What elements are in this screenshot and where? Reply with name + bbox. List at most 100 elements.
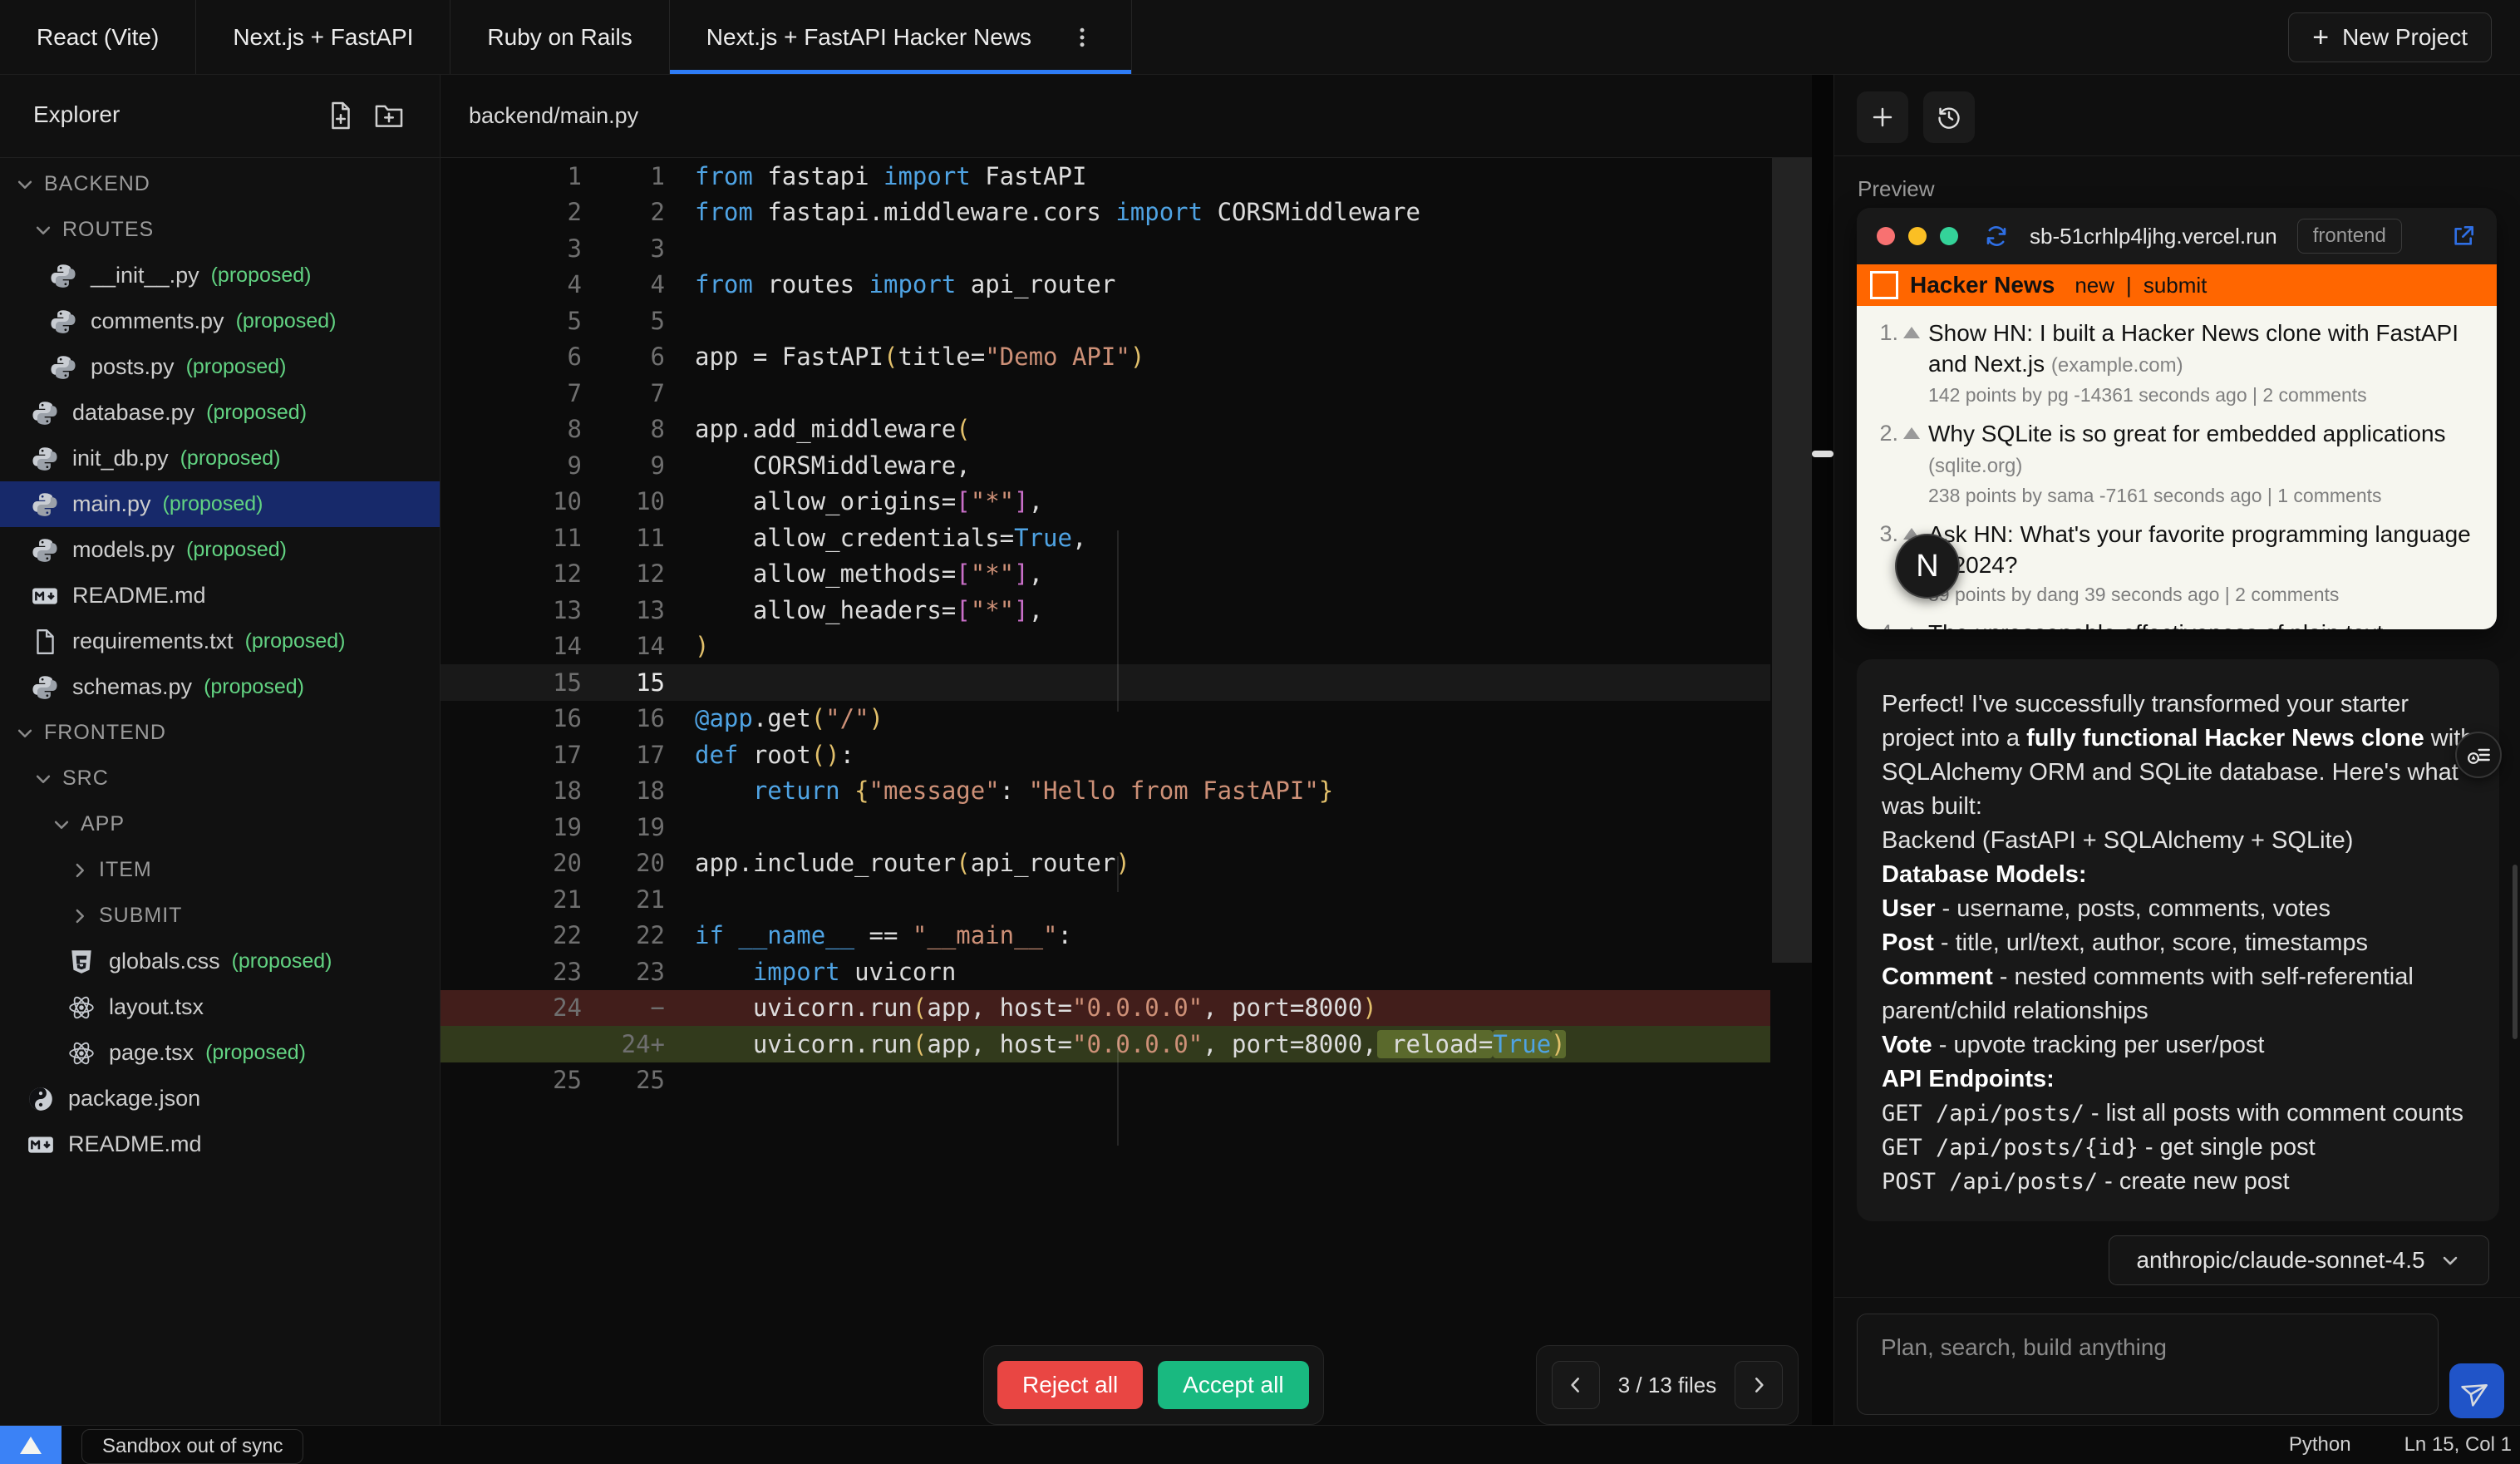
code-line: 88app.add_middleware( xyxy=(441,412,1770,448)
new-file-icon[interactable] xyxy=(325,100,357,131)
accept-all-button[interactable]: Accept all xyxy=(1158,1361,1308,1409)
old-line-number: 23 xyxy=(441,958,582,986)
reject-all-button[interactable]: Reject all xyxy=(997,1361,1143,1409)
tree-file-database.py[interactable]: database.py(proposed) xyxy=(0,390,440,436)
cursor-position[interactable]: Ln 15, Col 1 xyxy=(2404,1433,2512,1457)
code-line: 2020app.include_router(api_router) xyxy=(441,845,1770,882)
hn-rank: 4. xyxy=(1870,618,1903,629)
tree-file-layout.tsx[interactable]: layout.tsx xyxy=(0,984,440,1030)
tree-file-schemas.py[interactable]: schemas.py(proposed) xyxy=(0,664,440,710)
open-external-icon[interactable] xyxy=(2450,223,2477,249)
tree-file-__init__.py[interactable]: __init__.py(proposed) xyxy=(0,253,440,298)
tree-folder-item[interactable]: ITEM xyxy=(0,847,440,893)
close-dot-icon[interactable] xyxy=(1877,227,1895,245)
activity-log-button[interactable] xyxy=(2455,732,2502,778)
tree-file-models.py[interactable]: models.py(proposed) xyxy=(0,527,440,573)
next-file-button[interactable] xyxy=(1735,1361,1783,1409)
code-text: app.add_middleware( xyxy=(665,415,971,443)
refresh-icon[interactable] xyxy=(1983,223,2010,249)
tree-file-package.json[interactable]: package.json xyxy=(0,1076,440,1121)
add-preview-button[interactable] xyxy=(1857,91,1908,143)
old-line-number: 13 xyxy=(441,596,582,624)
maximize-dot-icon[interactable] xyxy=(1940,227,1958,245)
panel-scrollbar[interactable] xyxy=(2513,865,2518,1039)
chat-prompt-input[interactable] xyxy=(1857,1314,2439,1415)
send-button[interactable] xyxy=(2449,1363,2504,1418)
hn-nav-submit[interactable]: submit xyxy=(2143,273,2207,298)
assistant-text: User - username, posts, comments, votes xyxy=(1882,892,2474,926)
sandbox-logo-icon[interactable] xyxy=(0,1426,62,1464)
old-line-number: 7 xyxy=(441,379,582,407)
new-folder-icon[interactable] xyxy=(373,100,405,131)
panel-splitter[interactable] xyxy=(1812,75,1833,1425)
tree-file-page.tsx[interactable]: page.tsx(proposed) xyxy=(0,1030,440,1076)
md-file-icon xyxy=(31,582,59,610)
previous-file-button[interactable] xyxy=(1552,1361,1600,1409)
old-line-number: 2 xyxy=(441,198,582,226)
tree-file-main.py[interactable]: main.py(proposed) xyxy=(0,481,440,527)
chevron-down-icon xyxy=(31,218,56,243)
file-label: models.py xyxy=(72,537,175,563)
hn-post-domain[interactable]: (example.com) xyxy=(2051,354,2183,377)
hn-nav-new[interactable]: new xyxy=(2075,273,2114,298)
explorer-title: Explorer xyxy=(33,101,120,128)
tree-folder-submit[interactable]: SUBMIT xyxy=(0,893,440,939)
tree-file-readme.md[interactable]: README.md xyxy=(0,1121,440,1167)
minimize-dot-icon[interactable] xyxy=(1908,227,1927,245)
old-line-number: 14 xyxy=(441,632,582,660)
chevron-down-icon xyxy=(12,721,37,746)
preview-url[interactable]: sb-51crhlp4ljhg.vercel.run xyxy=(2030,224,2277,249)
upvote-arrow-icon[interactable] xyxy=(1903,418,1928,508)
hn-post-title[interactable]: Why SQLite is so great for embedded appl… xyxy=(1928,418,2480,481)
tree-file-readme.md[interactable]: README.md xyxy=(0,573,440,619)
project-tab-3[interactable]: Next.js + FastAPI Hacker News xyxy=(670,0,1132,74)
hn-rank: 1. xyxy=(1870,318,1903,407)
project-tab-1[interactable]: Next.js + FastAPI xyxy=(196,0,450,74)
file-label: database.py xyxy=(72,400,194,426)
old-line-number: 6 xyxy=(441,343,582,371)
py-file-icon xyxy=(31,490,59,519)
send-plane-icon xyxy=(2456,1370,2497,1411)
model-selector[interactable]: anthropic/claude-sonnet-4.5 xyxy=(2109,1235,2489,1285)
tree-folder-routes[interactable]: ROUTES xyxy=(0,207,440,253)
tree-folder-src[interactable]: SRC xyxy=(0,756,440,801)
tree-file-globals.css[interactable]: globals.css(proposed) xyxy=(0,939,440,984)
hn-post-title[interactable]: Show HN: I built a Hacker News clone wit… xyxy=(1928,318,2480,381)
upvote-arrow-icon[interactable] xyxy=(1903,318,1928,407)
tree-file-init_db.py[interactable]: init_db.py(proposed) xyxy=(0,436,440,481)
code-diff-view[interactable]: 11from fastapi import FastAPI22from fast… xyxy=(441,158,1833,1098)
tree-folder-frontend[interactable]: FRONTEND xyxy=(0,710,440,756)
hn-post-title[interactable]: Ask HN: What's your favorite programming… xyxy=(1928,519,2480,580)
language-indicator[interactable]: Python xyxy=(2289,1433,2351,1457)
tree-file-requirements.txt[interactable]: requirements.txt(proposed) xyxy=(0,619,440,664)
tree-file-comments.py[interactable]: comments.py(proposed) xyxy=(0,298,440,344)
tree-file-posts.py[interactable]: posts.py(proposed) xyxy=(0,344,440,390)
history-restore-icon[interactable] xyxy=(1923,91,1975,143)
diff-actions-toolbar: Reject all Accept all xyxy=(983,1345,1324,1425)
file-tree: BACKENDROUTES__init__.py(proposed)commen… xyxy=(0,161,440,1167)
chevron-right-icon xyxy=(67,858,92,883)
tree-folder-app[interactable]: APP xyxy=(0,801,440,847)
new-project-button[interactable]: + New Project xyxy=(2288,12,2492,62)
old-line-number: 20 xyxy=(441,849,582,877)
code-text: allow_methods=["*"], xyxy=(665,559,1043,588)
upvote-arrow-icon[interactable] xyxy=(1903,618,1928,629)
editor-scrollbar[interactable] xyxy=(1772,158,1812,963)
file-explorer-sidebar: Explorer BACKENDROUTES__init__.py(propos… xyxy=(0,75,441,1425)
tree-folder-backend[interactable]: BACKEND xyxy=(0,161,440,207)
hn-post-meta[interactable]: 238 points by sama -7161 seconds ago | 1… xyxy=(1928,483,2480,508)
project-tab-2[interactable]: Ruby on Rails xyxy=(450,0,669,74)
chevron-down-icon xyxy=(31,767,56,791)
hn-post-domain[interactable]: (sqlite.org) xyxy=(1928,455,2022,477)
file-label: init_db.py xyxy=(72,446,169,471)
tab-menu-icon[interactable] xyxy=(1070,25,1095,50)
file-label: main.py xyxy=(72,491,151,517)
hn-post-meta[interactable]: 142 points by pg -14361 seconds ago | 2 … xyxy=(1928,382,2480,407)
sync-status[interactable]: Sandbox out of sync xyxy=(81,1429,303,1464)
project-tab-0[interactable]: React (Vite) xyxy=(0,0,196,74)
hn-post-title[interactable]: The unreasonable effectiveness of plain … xyxy=(1928,618,2480,629)
hn-post-meta[interactable]: 89 points by dang 39 seconds ago | 2 com… xyxy=(1928,582,2480,607)
splitter-handle[interactable] xyxy=(1812,451,1833,457)
code-line: 1414) xyxy=(441,628,1770,665)
frontend-badge[interactable]: frontend xyxy=(2297,219,2402,254)
